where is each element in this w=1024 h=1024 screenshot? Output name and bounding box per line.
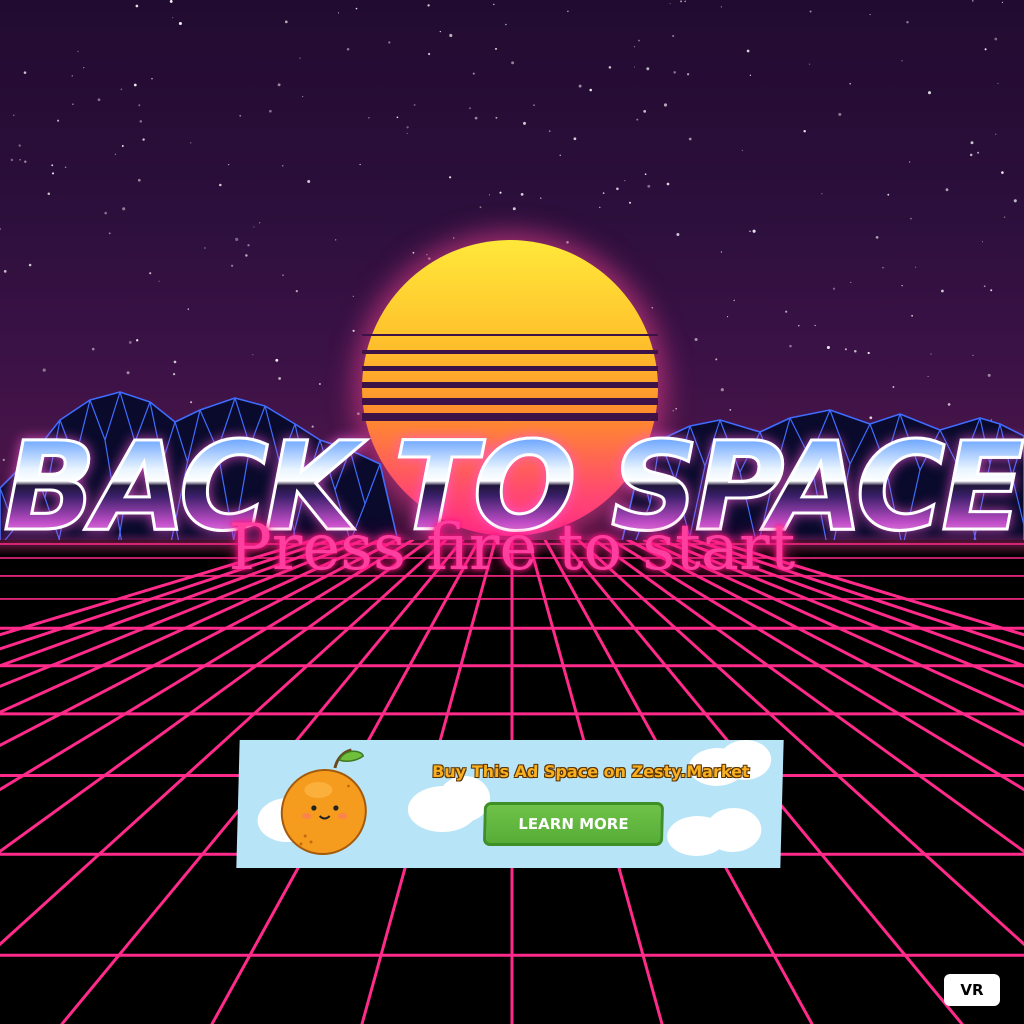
ad-headline[interactable]: Buy This Ad Space on Zesty.Market — [401, 762, 781, 781]
game-canvas[interactable]: BACK TO SPACE Press fire to start Buy Th… — [0, 0, 1024, 1024]
ad-banner[interactable]: Buy This Ad Space on Zesty.Market LEARN … — [236, 740, 784, 868]
start-prompt: Press fire to start — [228, 511, 796, 585]
orange-mascot-icon — [280, 748, 367, 855]
learn-more-button[interactable]: LEARN MORE — [482, 802, 665, 846]
cloud-icon — [704, 808, 762, 852]
vr-button[interactable]: VR — [944, 974, 1000, 1006]
